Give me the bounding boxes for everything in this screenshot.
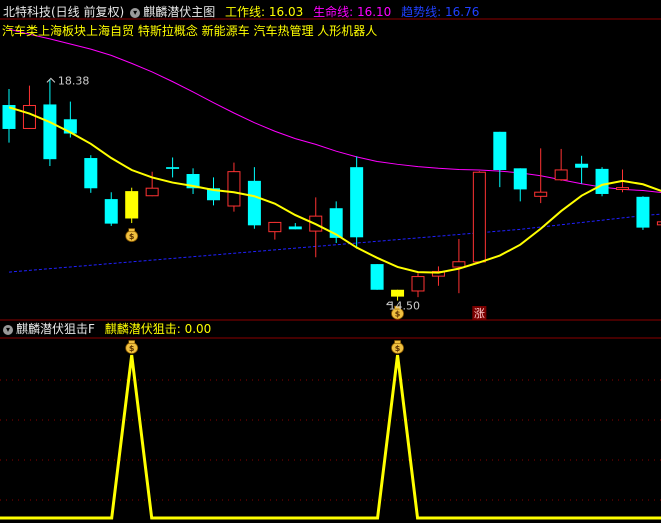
trend-line-label: 趋势线: — [401, 5, 445, 19]
candle-body[interactable] — [145, 187, 159, 197]
trend-line-value: 16.76 — [444, 5, 480, 19]
candle-body[interactable] — [616, 187, 629, 190]
candle-body[interactable] — [636, 196, 650, 228]
concept-tags: 汽车类上海板块上海自贸 特斯拉概念 新能源车 汽车热管理 人形机器人 — [2, 24, 378, 38]
candle-body[interactable] — [554, 169, 568, 181]
low-price-label: 14.50 — [389, 300, 421, 313]
candle-body[interactable] — [166, 167, 180, 169]
money-bag-icon: $ — [125, 340, 139, 354]
chevron-down-icon[interactable]: ▾ — [130, 8, 141, 18]
candle-body[interactable] — [370, 264, 384, 290]
candle-body[interactable] — [595, 168, 609, 194]
candle-body[interactable] — [125, 191, 139, 219]
candle-body[interactable] — [43, 104, 57, 160]
candle-body[interactable] — [268, 221, 282, 233]
sniper-signal-line — [0, 354, 661, 520]
svg-text:$: $ — [129, 232, 135, 241]
candle-body[interactable] — [227, 171, 241, 207]
candle-body[interactable] — [22, 105, 36, 129]
candle-body[interactable] — [513, 168, 527, 190]
candle-body[interactable] — [656, 221, 661, 226]
life-line-value: 16.10 — [356, 5, 392, 19]
work-line-label: 工作线: — [225, 5, 269, 19]
candle-body[interactable] — [452, 261, 466, 268]
sub-value-label: 麒麟潜伏狙击: — [104, 322, 185, 336]
sub-value: 0.00 — [184, 322, 212, 336]
main-price-pane[interactable]: $$ — [2, 28, 661, 320]
main-indicator-name[interactable]: 麒麟潜伏主图 — [143, 5, 215, 19]
life-line-label: 生命线: — [313, 5, 357, 19]
candle-body[interactable] — [391, 289, 405, 297]
limit-up-label: 涨 — [474, 307, 485, 320]
work-line-value: 16.03 — [268, 5, 304, 19]
candle-body[interactable] — [534, 191, 548, 197]
sub-indicator-pane[interactable]: $ $ — [0, 340, 661, 520]
sub-header: ▾ 麒麟潜伏狙击F 麒麟潜伏狙击: 0.00 — [3, 321, 211, 337]
money-bag-icon: $ — [391, 340, 404, 354]
candle-body[interactable] — [104, 199, 118, 224]
candle-body[interactable] — [288, 226, 302, 230]
candle-body[interactable] — [247, 180, 261, 226]
high-arrow — [46, 77, 56, 83]
chart-grid — [0, 18, 661, 501]
candle-body[interactable] — [84, 158, 98, 189]
candle-body[interactable] — [411, 276, 425, 292]
high-price-label: 18.38 — [58, 74, 90, 87]
svg-text:$: $ — [129, 344, 135, 353]
candle-body[interactable] — [575, 163, 589, 168]
candle-body[interactable] — [350, 167, 364, 238]
svg-text:$: $ — [395, 344, 401, 353]
candle-body[interactable] — [472, 171, 486, 263]
stock-name-label[interactable]: 北特科技(日线 前复权) — [3, 5, 124, 19]
sub-indicator-name[interactable]: 麒麟潜伏狙击F — [16, 322, 95, 336]
main-header: 北特科技(日线 前复权) ▾ 麒麟潜伏主图 工作线: 16.03 生命线: 16.1… — [3, 4, 479, 20]
work-line — [8, 106, 661, 274]
candle-body[interactable] — [493, 131, 507, 171]
stock-chart[interactable]: $$ $ $ 18.3814.50涨 — [0, 0, 661, 523]
money-bag-icon: $ — [125, 228, 139, 242]
chevron-down-icon[interactable]: ▾ — [3, 325, 13, 335]
